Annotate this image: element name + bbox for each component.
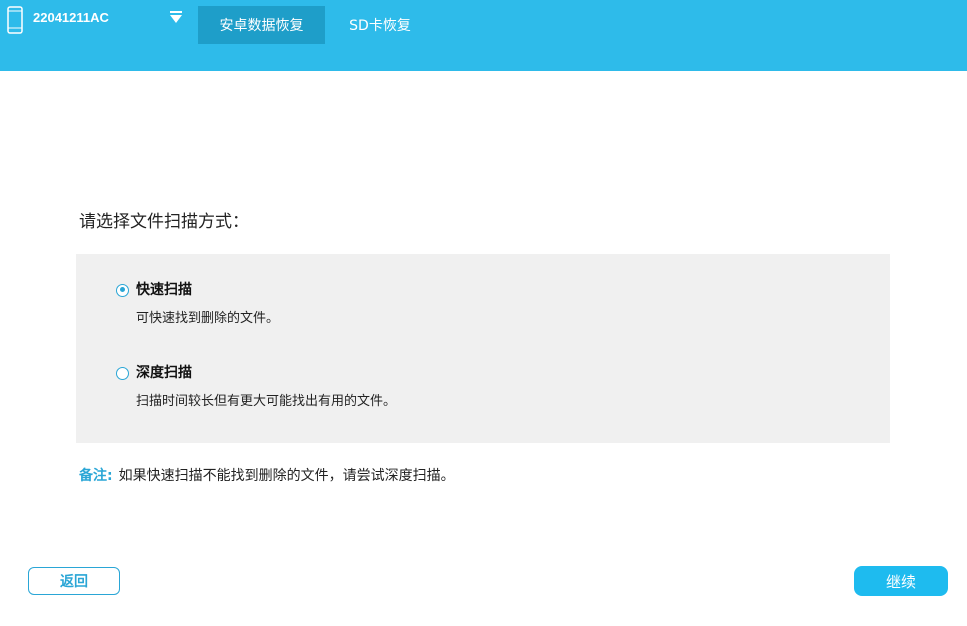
tab-android-recovery[interactable]: 安卓数据恢复 [198,6,325,44]
triangle-down-icon[interactable] [168,10,184,26]
app-window: 22041211AC 安卓数据恢复 SD卡恢复 请选择文件扫描方式： 快速扫描 … [0,0,967,626]
scan-options-panel: 快速扫描 可快速找到删除的文件。 深度扫描 扫描时间较长但有更大可能找出有用的文… [76,254,890,443]
header-bar: 22041211AC 安卓数据恢复 SD卡恢复 [0,0,967,71]
note-label: 备注: [79,468,113,484]
note-text: 如果快速扫描不能找到删除的文件，请尝试深度扫描。 [118,468,455,484]
note: 备注: 如果快速扫描不能找到删除的文件，请尝试深度扫描。 [79,466,455,486]
quick-scan-description: 可快速找到删除的文件。 [136,311,280,326]
device-name: 22041211AC [33,10,109,25]
quick-scan-title: 快速扫描 [136,282,192,298]
tab-sd-card-recovery[interactable]: SD卡恢复 [330,6,430,44]
deep-scan-description: 扫描时间较长但有更大可能找出有用的文件。 [136,394,397,409]
continue-button-label: 继续 [885,572,916,591]
deep-scan-option[interactable]: 深度扫描 [116,364,192,382]
tab-label: SD卡恢复 [349,18,411,34]
scan-mode-prompt: 请选择文件扫描方式： [79,212,249,232]
quick-scan-radio[interactable] [116,283,129,297]
back-button[interactable]: 返回 [28,567,120,595]
quick-scan-option[interactable]: 快速扫描 [116,281,192,299]
deep-scan-radio[interactable] [116,366,129,380]
back-button-label: 返回 [60,574,88,590]
deep-scan-title: 深度扫描 [136,365,192,381]
tab-label: 安卓数据恢复 [219,18,304,34]
continue-button[interactable]: 继续 [854,566,948,596]
phone-icon [7,6,23,34]
